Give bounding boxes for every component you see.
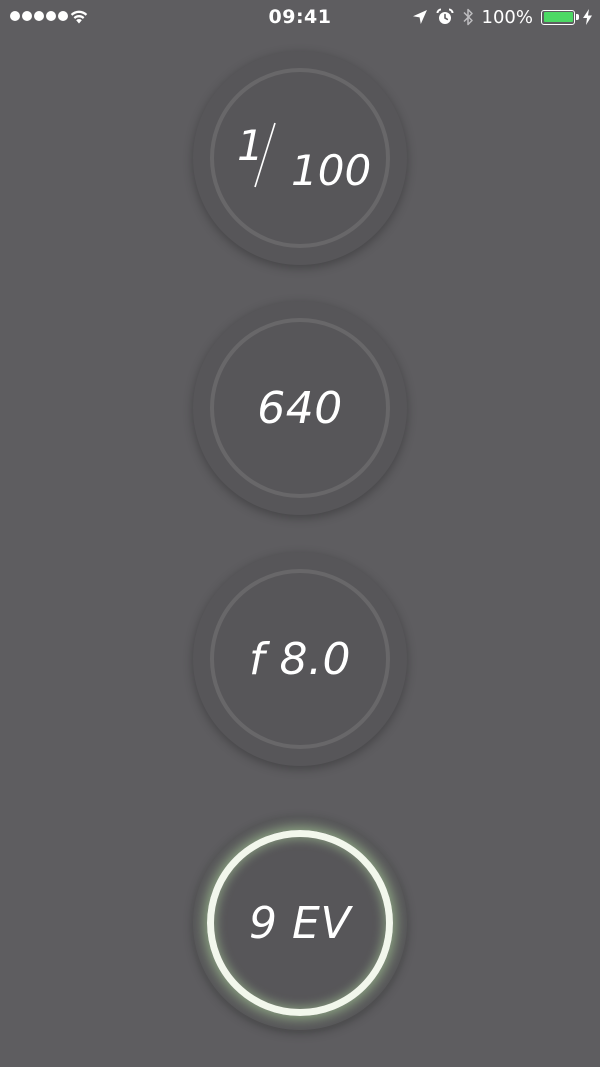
alarm-icon (436, 8, 454, 24)
iso-dial[interactable]: 640 (193, 301, 407, 515)
battery-fill (543, 12, 573, 22)
shutter-speed-dial[interactable]: 1 100 (193, 51, 407, 265)
aperture-dial[interactable]: f 8.0 (193, 552, 407, 766)
status-right-group: 100% (412, 6, 592, 28)
battery-percent: 100% (481, 6, 533, 28)
charging-bolt-icon (583, 9, 592, 25)
location-arrow-icon (412, 10, 427, 24)
exposure-value-dial[interactable]: 9 EV (193, 816, 407, 1030)
shutter-speed-value: 1 100 (193, 51, 407, 265)
exposure-value: 9 EV (249, 897, 351, 949)
aperture-value: f 8.0 (249, 633, 351, 685)
bluetooth-icon (463, 8, 473, 26)
fraction-slash (254, 122, 276, 188)
status-bar: 09:41 100% (0, 0, 600, 34)
shutter-denominator: 100 (291, 146, 372, 195)
iso-value: 640 (257, 382, 343, 434)
light-meter-screen: 09:41 100% 1 100 640 f 8.0 9 EV (0, 0, 600, 1067)
battery-icon (541, 9, 579, 25)
